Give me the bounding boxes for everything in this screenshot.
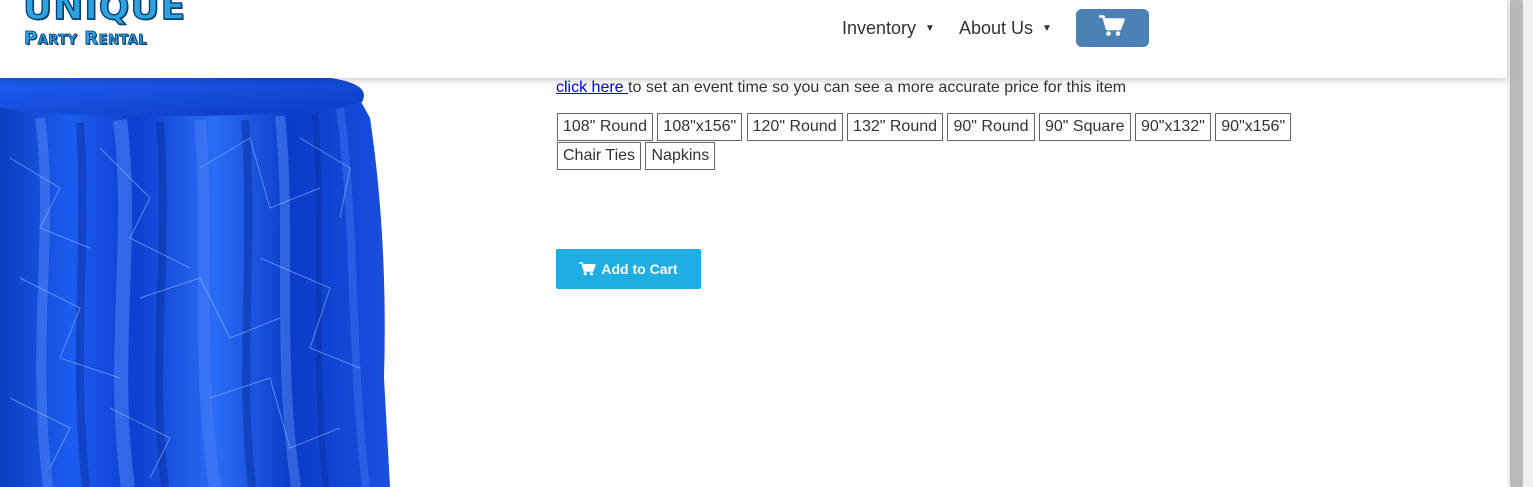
nav-about-us-label: About Us bbox=[958, 17, 1033, 38]
add-to-cart-label: Add to Cart bbox=[601, 261, 678, 277]
size-option-90x132[interactable]: 90"x132" bbox=[1134, 113, 1211, 141]
size-option-108-round[interactable]: 108" Round bbox=[557, 113, 653, 141]
size-option-132-round[interactable]: 132" Round bbox=[847, 113, 944, 141]
cart-button[interactable] bbox=[1075, 9, 1149, 47]
site-header: UNIQUE Party Rental Inventory ▼ About Us… bbox=[0, 0, 1507, 78]
shopping-cart-icon bbox=[1099, 14, 1126, 42]
size-option-120-round[interactable]: 120" Round bbox=[746, 113, 843, 141]
size-options: 108" Round 108"x156" 120" Round 132" Rou… bbox=[557, 113, 1357, 171]
shopping-cart-icon bbox=[579, 262, 597, 276]
caret-down-icon: ▼ bbox=[1042, 22, 1052, 34]
size-option-108x156[interactable]: 108"x156" bbox=[657, 113, 743, 141]
nav-inventory[interactable]: Inventory ▼ bbox=[842, 18, 935, 39]
size-option-90-square[interactable]: 90" Square bbox=[1039, 113, 1131, 141]
nav-about-us[interactable]: About Us ▼ bbox=[959, 18, 1052, 39]
size-option-90-round[interactable]: 90" Round bbox=[947, 113, 1035, 141]
price-note: click here to set an event time so you c… bbox=[556, 78, 1126, 98]
scrollbar-thumb[interactable] bbox=[1510, 0, 1523, 487]
logo-title: UNIQUE bbox=[22, 0, 187, 28]
main-nav: Inventory ▼ About Us ▼ bbox=[842, 9, 1149, 47]
size-option-chair-ties[interactable]: Chair Ties bbox=[557, 142, 642, 170]
size-option-90x156[interactable]: 90"x156" bbox=[1215, 113, 1292, 141]
price-note-text: to set an event time so you can see a mo… bbox=[628, 79, 1127, 96]
logo-subtitle: Party Rental bbox=[24, 28, 148, 50]
size-option-napkins[interactable]: Napkins bbox=[645, 142, 716, 170]
site-logo[interactable]: UNIQUE Party Rental bbox=[22, 0, 222, 54]
nav-inventory-label: Inventory bbox=[842, 17, 917, 38]
add-to-cart-button[interactable]: Add to Cart bbox=[556, 249, 701, 289]
caret-down-icon: ▼ bbox=[925, 22, 935, 34]
page-scrollbar[interactable] bbox=[1507, 0, 1533, 487]
set-event-time-link[interactable]: click here bbox=[556, 79, 628, 96]
product-image bbox=[0, 78, 420, 487]
